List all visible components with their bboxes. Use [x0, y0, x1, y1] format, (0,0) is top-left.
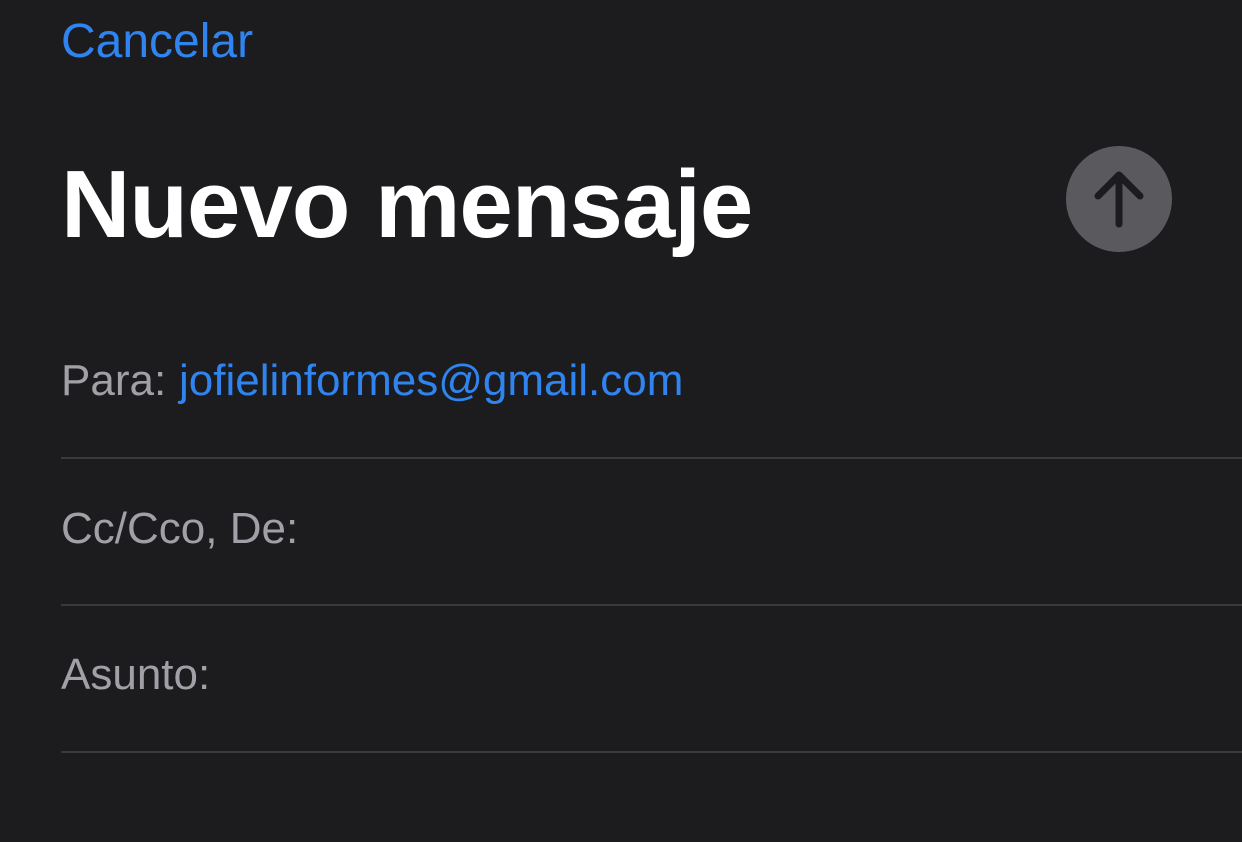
cc-from-input[interactable] — [321, 488, 1242, 568]
cc-from-label: Cc/Cco, De: — [61, 504, 299, 553]
cancel-button[interactable]: Cancelar — [61, 14, 253, 70]
subject-field-row[interactable]: Asunto: — [61, 605, 1242, 753]
send-button[interactable] — [1066, 146, 1172, 252]
recipient-token[interactable]: jofielinformes@gmail.com — [179, 355, 683, 407]
subject-label: Asunto: — [61, 650, 211, 699]
to-field-row[interactable]: Para: jofielinformes@gmail.com — [61, 311, 1242, 459]
subject-input[interactable] — [231, 635, 1242, 715]
to-label: Para: — [61, 356, 167, 405]
arrow-up-icon — [1094, 171, 1144, 228]
page-title: Nuevo mensaje — [61, 151, 753, 258]
cc-from-field-row[interactable]: Cc/Cco, De: — [61, 458, 1242, 606]
